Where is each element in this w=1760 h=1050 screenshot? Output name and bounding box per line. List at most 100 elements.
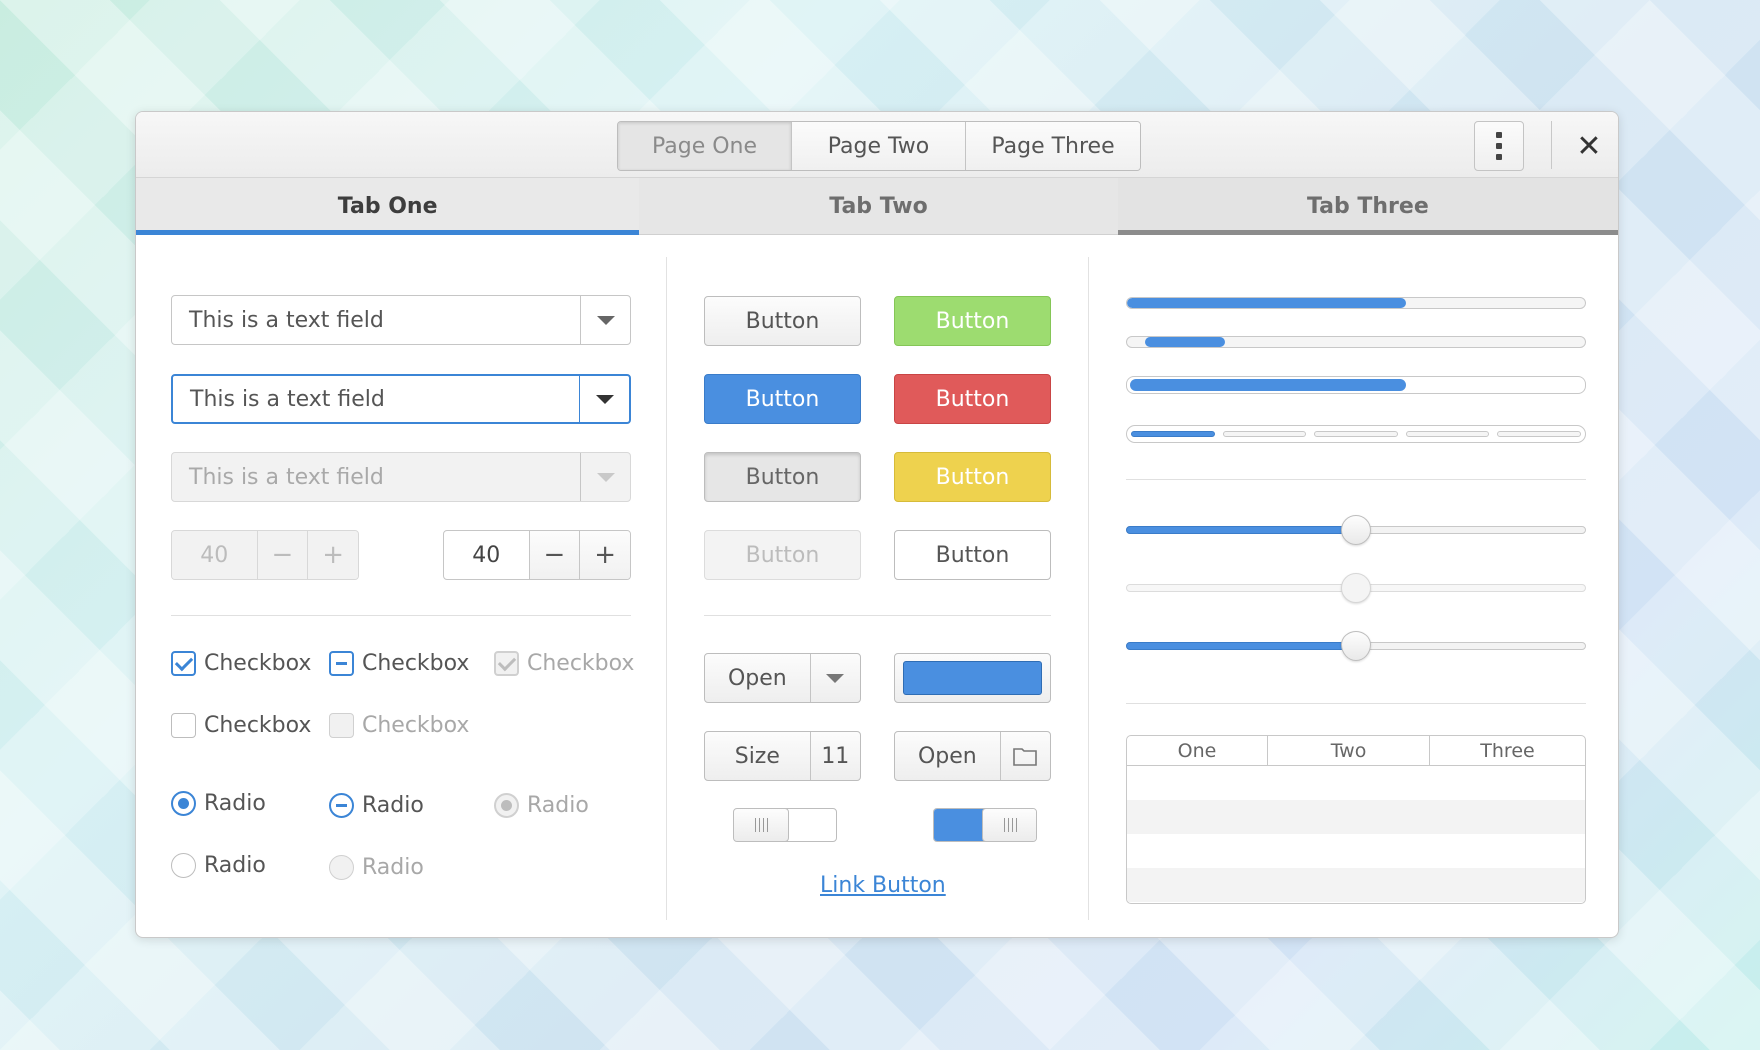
radio-unselected[interactable]: Radio <box>171 853 266 878</box>
font-size-label: Size <box>734 743 780 769</box>
switch-knob[interactable] <box>982 809 1036 841</box>
tree-row[interactable] <box>1127 766 1585 800</box>
chevron-down-icon <box>595 394 614 404</box>
radio-label: Radio <box>362 855 424 880</box>
button-destructive[interactable]: Button <box>894 374 1051 424</box>
folder-icon <box>999 732 1050 780</box>
progress-fill <box>1145 337 1225 347</box>
checkbox-check-icon <box>494 651 519 676</box>
text-combo[interactable]: This is a text field <box>171 295 631 345</box>
tab-three[interactable]: Tab Three <box>1117 178 1618 235</box>
button-normal[interactable]: Button <box>704 296 861 346</box>
kebab-menu-icon-dot <box>1496 154 1502 160</box>
tree-header: One Two Three <box>1127 736 1585 766</box>
radio-circle-icon <box>171 853 196 878</box>
spin-value[interactable]: 40 <box>444 531 529 579</box>
scale-fill <box>1126 642 1356 650</box>
page-two-button[interactable]: Page Two <box>792 122 966 170</box>
text-combo-entry[interactable]: This is a text field <box>173 376 579 422</box>
scale-slider-marked[interactable] <box>1126 631 1586 661</box>
plus-icon[interactable]: + <box>579 531 630 579</box>
radio-mixed-icon <box>329 793 354 818</box>
button-suggested-green[interactable]: Button <box>894 296 1051 346</box>
combo-dropdown-button[interactable] <box>579 376 629 422</box>
checkbox-unchecked-disabled: Checkbox <box>329 713 469 738</box>
radio-mixed[interactable]: Radio <box>329 793 424 818</box>
scale-knob <box>1341 573 1371 603</box>
text-combo-focused[interactable]: This is a text field <box>171 374 631 424</box>
checkbox-checked[interactable]: Checkbox <box>171 651 311 676</box>
text-combo-entry[interactable]: This is a text field <box>172 296 580 344</box>
open-combo-button[interactable]: Open <box>704 653 861 703</box>
column-separator <box>1088 257 1089 920</box>
level-bar-segmented <box>1126 425 1586 443</box>
text-combo-entry: This is a text field <box>189 464 384 490</box>
menu-button[interactable] <box>1474 121 1524 171</box>
column-header-three[interactable]: Three <box>1429 736 1585 765</box>
switch-on[interactable] <box>933 808 1037 842</box>
combo-dropdown-button[interactable] <box>580 296 630 344</box>
minus-icon[interactable]: − <box>528 531 580 579</box>
tree-view[interactable]: One Two Three <box>1126 735 1586 904</box>
checkbox-unchecked[interactable]: Checkbox <box>171 713 311 738</box>
scale-slider[interactable] <box>1126 515 1586 545</box>
folder-icon-svg <box>1013 748 1038 766</box>
spin-value: 40 <box>172 531 257 579</box>
file-chooser-button[interactable]: Open <box>894 731 1051 781</box>
button-suggested-blue[interactable]: Button <box>704 374 861 424</box>
minus-icon: − <box>256 531 308 579</box>
tab-three-label: Tab Three <box>1306 194 1429 219</box>
tree-row[interactable] <box>1127 868 1585 902</box>
button-warning[interactable]: Button <box>894 452 1051 502</box>
spin-button-disabled: 40 − + <box>171 530 359 580</box>
checkbox-mixed-icon <box>329 651 354 676</box>
chevron-down-icon <box>826 673 845 683</box>
radio-selected[interactable]: Radio <box>171 791 266 816</box>
column-separator <box>666 257 667 920</box>
spin-button[interactable]: 40 − + <box>443 530 631 580</box>
level-segment <box>1405 431 1490 437</box>
checkbox-label: Checkbox <box>204 713 312 738</box>
plus-icon: + <box>307 531 358 579</box>
progress-bar <box>1126 297 1586 309</box>
scale-knob[interactable] <box>1341 515 1371 545</box>
tab-two-label: Tab Two <box>829 194 928 219</box>
font-size-button[interactable]: Size 11 <box>704 731 861 781</box>
button-pressed[interactable]: Button <box>704 452 861 502</box>
checkbox-label: Checkbox <box>527 651 635 676</box>
level-segment <box>1222 431 1307 437</box>
close-icon: ✕ <box>1576 128 1602 164</box>
tab-one[interactable]: Tab One <box>136 178 640 235</box>
tree-row[interactable] <box>1127 800 1585 834</box>
level-segment <box>1497 431 1581 437</box>
column-header-two[interactable]: Two <box>1267 736 1429 765</box>
checkbox-box-icon <box>171 713 196 738</box>
page-three-button[interactable]: Page Three <box>966 122 1140 170</box>
kebab-menu-icon <box>1496 132 1502 138</box>
checkbox-checked-disabled: Checkbox <box>494 651 634 676</box>
switch-off[interactable] <box>733 808 837 842</box>
tree-row[interactable] <box>1127 834 1585 868</box>
column-header-one[interactable]: One <box>1127 736 1267 765</box>
combo-dropdown-button[interactable] <box>809 654 860 702</box>
checkbox-mixed[interactable]: Checkbox <box>329 651 469 676</box>
font-size-value: 11 <box>809 732 860 780</box>
level-bar <box>1126 376 1586 394</box>
color-button[interactable] <box>894 653 1051 703</box>
color-swatch <box>903 661 1042 695</box>
radio-dot-icon <box>171 791 196 816</box>
header-separator <box>1551 121 1552 169</box>
close-button[interactable]: ✕ <box>1568 125 1610 167</box>
tab-two[interactable]: Tab Two <box>639 178 1117 235</box>
level-fill <box>1130 379 1406 391</box>
header-bar: Page One Page Two Page Three ✕ <box>136 112 1618 178</box>
notebook-tabs: Tab One Tab Two Tab Three <box>136 178 1618 235</box>
link-button[interactable]: Link Button <box>820 873 946 898</box>
scale-knob[interactable] <box>1341 631 1371 661</box>
combo-dropdown-button <box>580 453 630 501</box>
progress-fill <box>1127 298 1407 308</box>
switch-knob[interactable] <box>734 809 789 841</box>
page-one-button[interactable]: Page One <box>618 122 792 170</box>
button-flat[interactable]: Button <box>894 530 1051 580</box>
chevron-down-icon <box>596 315 615 325</box>
